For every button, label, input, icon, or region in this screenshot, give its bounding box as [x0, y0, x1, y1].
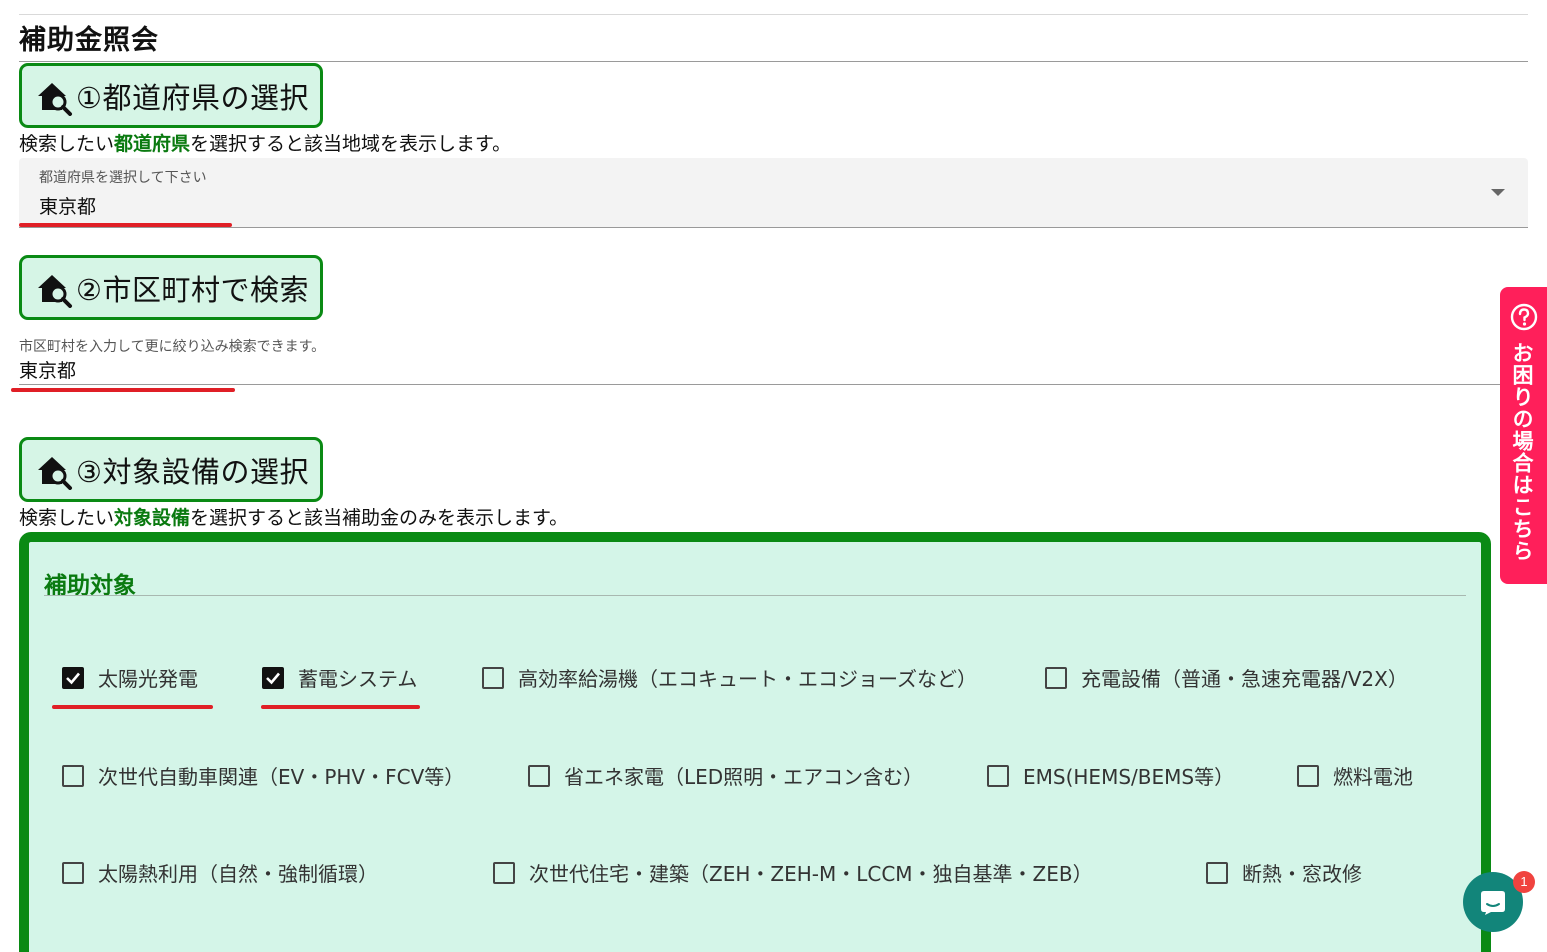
- checkbox-label: 次世代住宅・建築（ZEH・ZEH-M・LCCM・独自基準・ZEB）: [529, 862, 1093, 886]
- checkbox-label: 太陽熱利用（自然・強制循環）: [98, 862, 378, 886]
- municipality-input[interactable]: 市区町村を入力して更に絞り込み検索できます。 東京都: [19, 332, 1528, 385]
- checkbox-solar[interactable]: 太陽光発電: [62, 663, 198, 692]
- checkbox-label: 蓄電システム: [298, 667, 418, 691]
- checkbox-label: 燃料電池: [1333, 765, 1413, 789]
- checkbox-label: EMS(HEMS/BEMS等）: [1023, 765, 1235, 789]
- house-search-icon: [38, 82, 72, 116]
- step3-desc-before: 検索したい: [19, 507, 115, 529]
- step2-heading: ②市区町村で検索: [19, 255, 323, 320]
- help-side-tab[interactable]: お困りの場合はこちら: [1500, 287, 1547, 584]
- top-divider: [19, 14, 1528, 15]
- step1-description: 検索したい都道府県を選択すると該当地域を表示します。: [19, 129, 511, 156]
- checkbox-label: 次世代自動車関連（EV・PHV・FCV等）: [98, 765, 465, 789]
- checkbox-box[interactable]: [62, 666, 84, 689]
- check-icon: [266, 672, 280, 684]
- checkbox-insulation[interactable]: 断熱・窓改修: [1206, 858, 1362, 887]
- checkbox-box[interactable]: [528, 764, 550, 787]
- checkbox-label: 太陽光発電: [98, 667, 198, 691]
- checkbox-charger[interactable]: 充電設備（普通・急速充電器/V2X）: [1045, 663, 1408, 692]
- checkbox-next-gen-vehicle[interactable]: 次世代自動車関連（EV・PHV・FCV等）: [62, 761, 464, 790]
- checkbox-storage[interactable]: 蓄電システム: [262, 663, 417, 692]
- annotation-underline: [19, 223, 232, 227]
- checkbox-box[interactable]: [62, 861, 84, 884]
- municipality-input-value[interactable]: 東京都: [19, 356, 76, 383]
- subsidy-target-panel: 補助対象: [19, 532, 1491, 952]
- checkbox-label: 省エネ家電（LED照明・エアコン含む）: [564, 765, 924, 789]
- checkbox-box[interactable]: [1206, 861, 1228, 884]
- notification-badge: 1: [1513, 871, 1535, 893]
- checkbox-box[interactable]: [262, 666, 284, 689]
- prefecture-select-value: 東京都: [39, 196, 97, 218]
- title-divider: [19, 61, 1528, 62]
- step2-heading-label: ②市区町村で検索: [76, 272, 309, 307]
- checkbox-box[interactable]: [1045, 666, 1067, 689]
- checkbox-ems[interactable]: EMS(HEMS/BEMS等）: [987, 761, 1234, 790]
- house-search-icon: [38, 274, 72, 308]
- annotation-underline: [261, 705, 420, 709]
- step3-desc-highlight: 対象設備: [114, 507, 191, 529]
- checkbox-box[interactable]: [62, 764, 84, 787]
- prefecture-select[interactable]: 都道府県を選択して下さい 東京都: [19, 158, 1528, 228]
- checkbox-solar-thermal[interactable]: 太陽熱利用（自然・強制循環）: [62, 858, 378, 887]
- checkbox-label: 高効率給湯機（エコキュート・エコジョーズなど）: [518, 667, 977, 691]
- dropdown-arrow-icon[interactable]: [1491, 189, 1505, 196]
- prefecture-select-label: 都道府県を選択して下さい: [39, 170, 207, 186]
- panel-divider: [44, 595, 1466, 596]
- checkbox-box[interactable]: [493, 861, 515, 884]
- annotation-underline: [11, 388, 235, 392]
- checkbox-energy-saving-appliances[interactable]: 省エネ家電（LED照明・エアコン含む）: [528, 761, 923, 790]
- checkbox-label: 断熱・窓改修: [1242, 862, 1362, 886]
- checkbox-box[interactable]: [482, 666, 504, 689]
- checkbox-box[interactable]: [987, 764, 1009, 787]
- checkbox-water-heater[interactable]: 高効率給湯機（エコキュート・エコジョーズなど）: [482, 663, 977, 692]
- step1-heading: ①都道府県の選択: [19, 63, 323, 128]
- checkbox-fuel-cell[interactable]: 燃料電池: [1297, 761, 1413, 790]
- step3-heading: ③対象設備の選択: [19, 437, 323, 502]
- page-title: 補助金照会: [19, 25, 159, 56]
- step3-desc-after: を選択すると該当補助金のみを表示します。: [190, 507, 569, 529]
- checkbox-next-gen-housing[interactable]: 次世代住宅・建築（ZEH・ZEH-M・LCCM・独自基準・ZEB）: [493, 858, 1093, 887]
- check-icon: [66, 672, 80, 684]
- checkbox-box[interactable]: [1297, 764, 1319, 787]
- step1-desc-highlight: 都道府県: [114, 133, 191, 155]
- step1-desc-before: 検索したい: [19, 133, 115, 155]
- question-circle-icon: [1510, 303, 1538, 331]
- step1-desc-after: を選択すると該当地域を表示します。: [190, 133, 512, 155]
- step1-heading-label: ①都道府県の選択: [76, 80, 309, 115]
- checkbox-label: 充電設備（普通・急速充電器/V2X）: [1081, 667, 1408, 691]
- chat-bubble-icon: [1481, 891, 1505, 915]
- help-tab-text: お困りの場合はこちら: [1510, 342, 1534, 562]
- step3-description: 検索したい対象設備を選択すると該当補助金のみを表示します。: [19, 503, 568, 530]
- municipality-input-label: 市区町村を入力して更に絞り込み検索できます。: [19, 339, 326, 355]
- house-search-icon: [38, 456, 72, 490]
- annotation-underline: [52, 705, 213, 709]
- step3-heading-label: ③対象設備の選択: [76, 454, 309, 489]
